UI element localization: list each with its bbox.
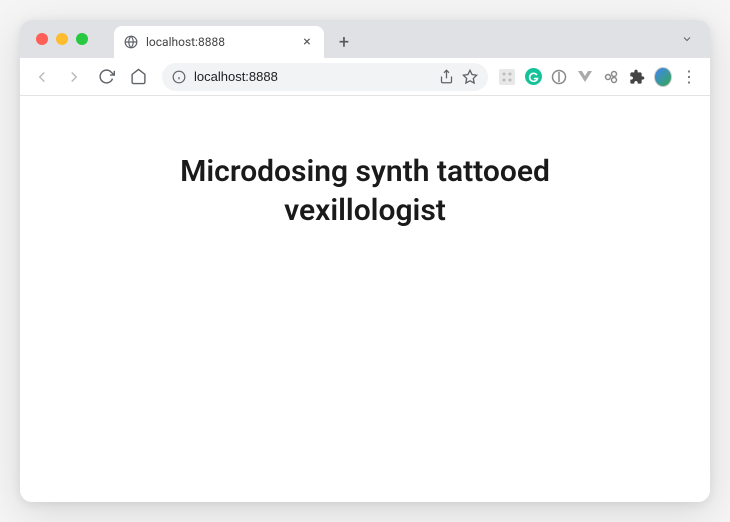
traffic-lights	[36, 33, 88, 45]
forward-button[interactable]	[60, 63, 88, 91]
tabs-area: localhost:8888 × +	[114, 20, 358, 58]
title-bar: localhost:8888 × +	[20, 20, 710, 58]
bookmark-icon[interactable]	[462, 69, 478, 85]
new-tab-button[interactable]: +	[330, 28, 358, 56]
home-button[interactable]	[124, 63, 152, 91]
browser-window: localhost:8888 × +	[20, 20, 710, 502]
info-icon[interactable]	[172, 70, 186, 84]
page-heading: Microdosing synth tattooed vexillologist	[125, 152, 605, 502]
reload-button[interactable]	[92, 63, 120, 91]
share-icon[interactable]	[439, 69, 454, 84]
vue-icon[interactable]	[576, 68, 594, 86]
address-bar[interactable]	[162, 63, 488, 91]
window-dropdown-button[interactable]	[678, 32, 696, 46]
extension-icon-1[interactable]	[498, 68, 516, 86]
tab-title: localhost:8888	[146, 35, 292, 49]
window-minimize-button[interactable]	[56, 33, 68, 45]
browser-tab[interactable]: localhost:8888 ×	[114, 26, 324, 58]
back-button[interactable]	[28, 63, 56, 91]
window-maximize-button[interactable]	[76, 33, 88, 45]
window-close-button[interactable]	[36, 33, 48, 45]
globe-icon	[124, 35, 138, 49]
tab-close-button[interactable]: ×	[300, 35, 314, 49]
page-content: Microdosing synth tattooed vexillologist	[20, 96, 710, 502]
profile-avatar[interactable]	[654, 68, 672, 86]
extensions-menu-icon[interactable]	[628, 68, 646, 86]
grammarly-icon[interactable]	[524, 68, 542, 86]
extension-icon-3[interactable]	[550, 68, 568, 86]
url-input[interactable]	[194, 69, 431, 84]
extension-icon-5[interactable]	[602, 68, 620, 86]
menu-button[interactable]: ⋮	[680, 68, 698, 86]
toolbar: ⋮	[20, 58, 710, 96]
extension-icons: ⋮	[498, 68, 702, 86]
